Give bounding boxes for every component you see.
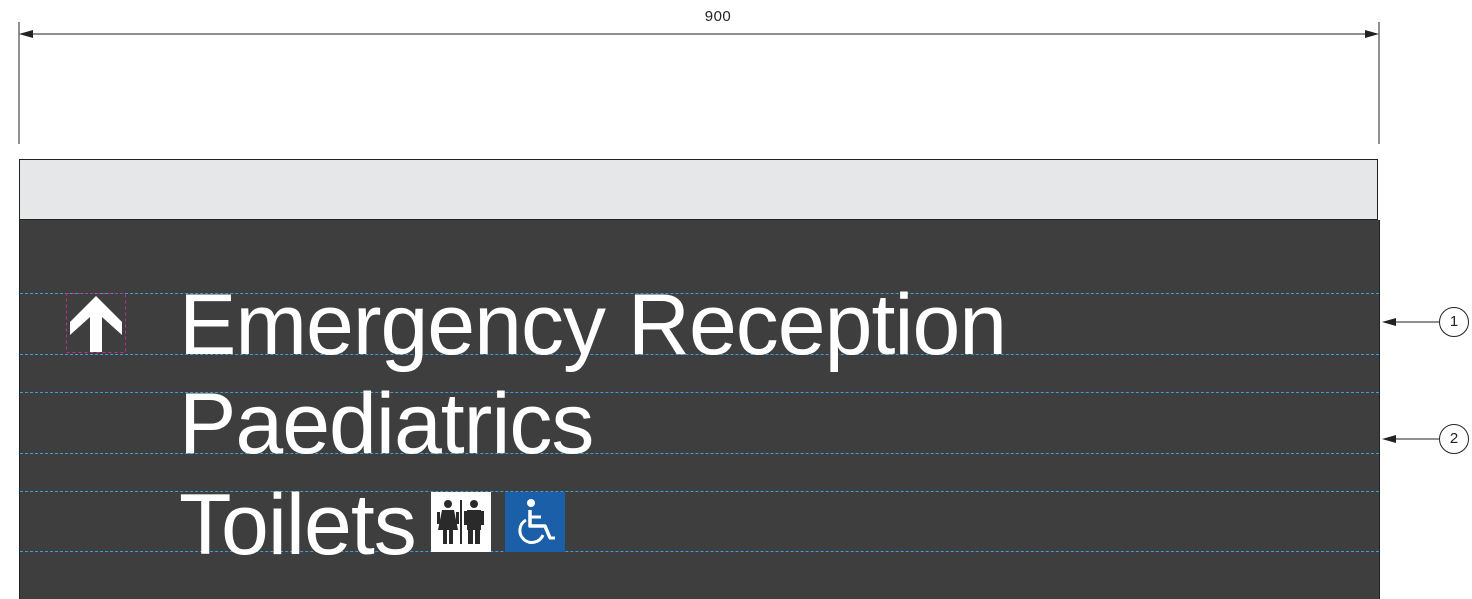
callout-number-2: 2: [1439, 424, 1469, 454]
callout-arrow-icon: [1382, 318, 1396, 326]
arrow-up-icon: [66, 293, 126, 353]
accessible-wheelchair-icon: [505, 492, 565, 552]
callout-leaders: [1382, 318, 1439, 443]
callout-arrow-icon: [1382, 435, 1396, 443]
dimension-arrow-right-icon: [1365, 30, 1379, 38]
callout-number-1: 1: [1439, 307, 1469, 337]
sign-line-paediatrics: Paediatrics: [179, 376, 594, 472]
sign-line-emergency-reception: Emergency Reception: [179, 277, 1007, 373]
sign-header-strip: [19, 159, 1378, 220]
sign-line-toilets: Toilets: [179, 477, 417, 573]
toilets-male-female-icon: [431, 492, 491, 552]
dimension-arrow-left-icon: [19, 30, 33, 38]
dimension-label: 900: [704, 8, 732, 25]
